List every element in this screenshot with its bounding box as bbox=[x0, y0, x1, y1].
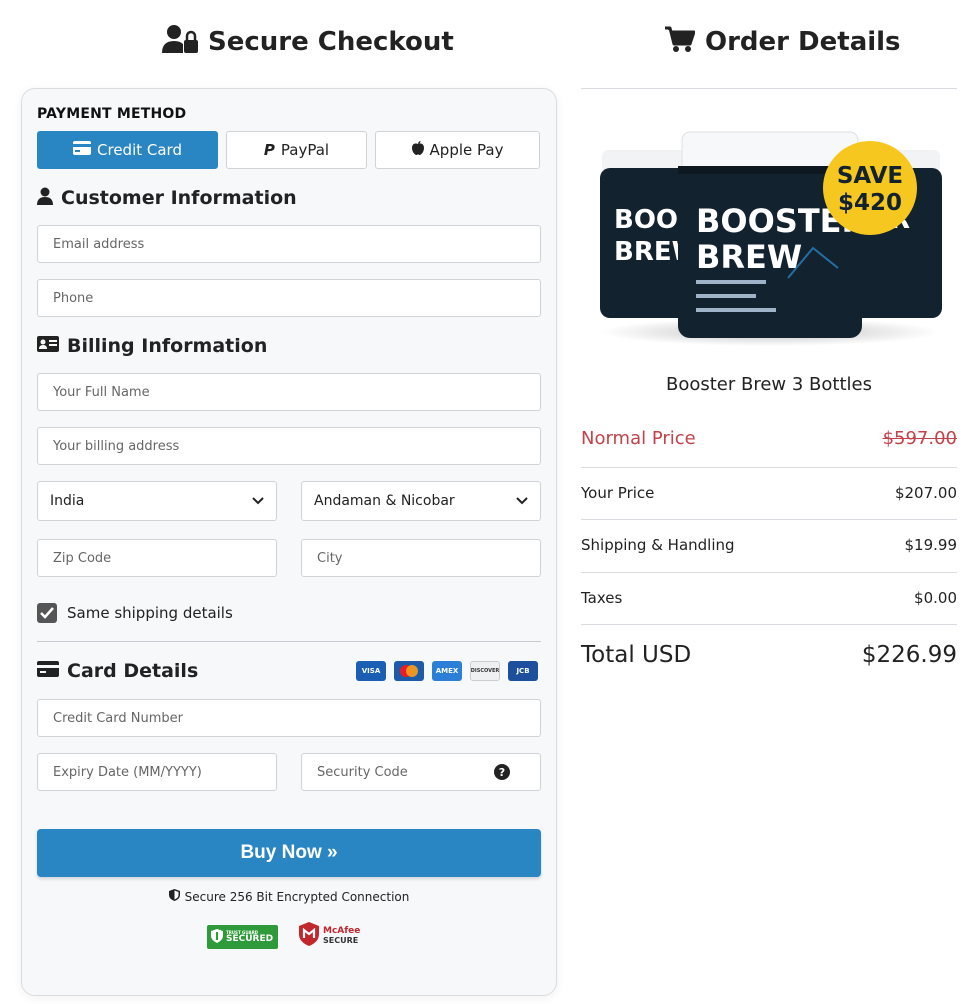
apple-pay-tab-label: Apple Pay bbox=[429, 141, 504, 159]
credit-card-icon bbox=[73, 141, 92, 159]
checkout-title: Secure Checkout bbox=[162, 24, 454, 60]
credit-card-tab[interactable]: Credit Card bbox=[37, 131, 218, 169]
email-field[interactable] bbox=[37, 225, 541, 263]
country-value: India bbox=[50, 493, 85, 509]
expiry-field[interactable] bbox=[37, 753, 277, 791]
country-select[interactable]: India bbox=[37, 481, 277, 521]
city-field[interactable] bbox=[301, 539, 541, 577]
order-header-divider bbox=[581, 88, 957, 89]
billing-address-input[interactable] bbox=[38, 428, 540, 464]
mastercard-icon bbox=[394, 661, 424, 681]
shipping-value: $19.99 bbox=[904, 536, 958, 554]
taxes-label: Taxes bbox=[581, 589, 623, 607]
total-value: $226.99 bbox=[861, 642, 957, 668]
mcafee-shield-icon bbox=[299, 922, 319, 950]
your-price-value: $207.00 bbox=[894, 484, 957, 502]
taxes-row: Taxes $0.00 bbox=[581, 589, 957, 607]
phone-field[interactable] bbox=[37, 279, 541, 317]
state-select[interactable]: Andaman & Nicobar bbox=[301, 481, 541, 521]
card-details-heading-text: Card Details bbox=[67, 660, 199, 682]
jcb-icon: JCB bbox=[508, 661, 538, 681]
billing-info-heading: Billing Information bbox=[37, 333, 267, 359]
customer-info-heading: Customer Information bbox=[37, 185, 297, 211]
state-value: Andaman & Nicobar bbox=[314, 493, 455, 509]
price-divider bbox=[581, 624, 957, 625]
normal-price-label: Normal Price bbox=[581, 428, 696, 449]
user-lock-icon bbox=[162, 24, 198, 61]
secure-connection-text: Secure 256 Bit Encrypted Connection bbox=[184, 889, 410, 904]
billing-address-field[interactable] bbox=[37, 427, 541, 465]
price-divider bbox=[581, 467, 957, 468]
order-title: Order Details bbox=[665, 24, 901, 60]
product-name: Booster Brew 3 Bottles bbox=[666, 374, 872, 395]
product-image: BOOST BREW R BOOSTER BREW SAVE $420 bbox=[598, 128, 942, 350]
mcafee-bottom: SECURE bbox=[323, 935, 359, 945]
id-card-icon bbox=[37, 335, 59, 357]
shield-icon bbox=[168, 889, 180, 904]
paypal-tab[interactable]: P PayPal bbox=[226, 131, 367, 169]
customer-info-heading-text: Customer Information bbox=[61, 187, 297, 209]
your-price-row: Your Price $207.00 bbox=[581, 484, 957, 502]
amex-icon: AMEX bbox=[432, 661, 462, 681]
your-price-label: Your Price bbox=[581, 484, 655, 502]
shield-icon bbox=[211, 928, 223, 947]
card-number-input[interactable] bbox=[38, 700, 540, 736]
paypal-icon: P bbox=[263, 141, 275, 159]
save-badge-line1: SAVE bbox=[837, 163, 903, 189]
card-number-field[interactable] bbox=[37, 699, 541, 737]
section-divider bbox=[37, 641, 541, 642]
trust-guard-main: SECURED bbox=[226, 933, 274, 944]
user-icon bbox=[37, 187, 53, 210]
phone-input[interactable] bbox=[38, 280, 540, 316]
order-title-text: Order Details bbox=[705, 27, 901, 57]
normal-price-row: Normal Price $597.00 bbox=[581, 428, 957, 449]
chevron-down-icon bbox=[252, 493, 264, 509]
trust-guard-badge: TRUST GUARD SECURED bbox=[207, 925, 278, 949]
total-label: Total USD bbox=[581, 642, 692, 668]
product-label-line2: BREW bbox=[696, 238, 802, 276]
discover-icon: DISCOVER bbox=[470, 661, 500, 681]
shipping-label: Shipping & Handling bbox=[581, 536, 735, 554]
svg-text:?: ? bbox=[499, 766, 505, 779]
city-input[interactable] bbox=[302, 540, 540, 576]
paypal-tab-label: PayPal bbox=[280, 141, 330, 159]
zip-input[interactable] bbox=[38, 540, 276, 576]
price-divider bbox=[581, 519, 957, 520]
billing-info-heading-text: Billing Information bbox=[67, 335, 268, 357]
buy-now-button[interactable]: Buy Now » bbox=[37, 829, 541, 877]
credit-card-icon bbox=[37, 660, 59, 682]
normal-price-value: $597.00 bbox=[882, 428, 957, 449]
full-name-input[interactable] bbox=[38, 374, 540, 410]
mcafee-badge: McAfee SECURE bbox=[299, 922, 360, 950]
visa-icon: VISA bbox=[356, 661, 386, 681]
question-circle-icon[interactable]: ? bbox=[494, 764, 510, 784]
credit-card-tab-label: Credit Card bbox=[97, 141, 182, 159]
checkout-title-text: Secure Checkout bbox=[208, 27, 454, 57]
same-shipping-checkbox[interactable] bbox=[37, 603, 57, 623]
full-name-field[interactable] bbox=[37, 373, 541, 411]
taxes-value: $0.00 bbox=[914, 589, 957, 607]
save-badge-line2: $420 bbox=[838, 190, 902, 216]
email-input[interactable] bbox=[38, 226, 540, 262]
chevron-down-icon bbox=[516, 493, 528, 509]
same-shipping-row[interactable]: Same shipping details bbox=[37, 603, 233, 623]
shopping-cart-icon bbox=[665, 25, 696, 60]
apple-pay-tab[interactable]: Apple Pay bbox=[375, 131, 540, 169]
payment-method-label: PAYMENT METHOD bbox=[37, 106, 187, 122]
total-row: Total USD $226.99 bbox=[581, 642, 957, 668]
expiry-input[interactable] bbox=[38, 754, 276, 790]
secure-connection-note: Secure 256 Bit Encrypted Connection bbox=[0, 889, 578, 904]
same-shipping-label: Same shipping details bbox=[67, 604, 233, 622]
apple-icon bbox=[411, 141, 424, 159]
card-logos: VISA AMEX DISCOVER JCB bbox=[356, 661, 538, 681]
price-divider bbox=[581, 572, 957, 573]
shipping-row: Shipping & Handling $19.99 bbox=[581, 536, 957, 554]
zip-field[interactable] bbox=[37, 539, 277, 577]
card-details-heading: Card Details bbox=[37, 658, 198, 684]
security-code-field[interactable]: ? bbox=[301, 753, 541, 791]
